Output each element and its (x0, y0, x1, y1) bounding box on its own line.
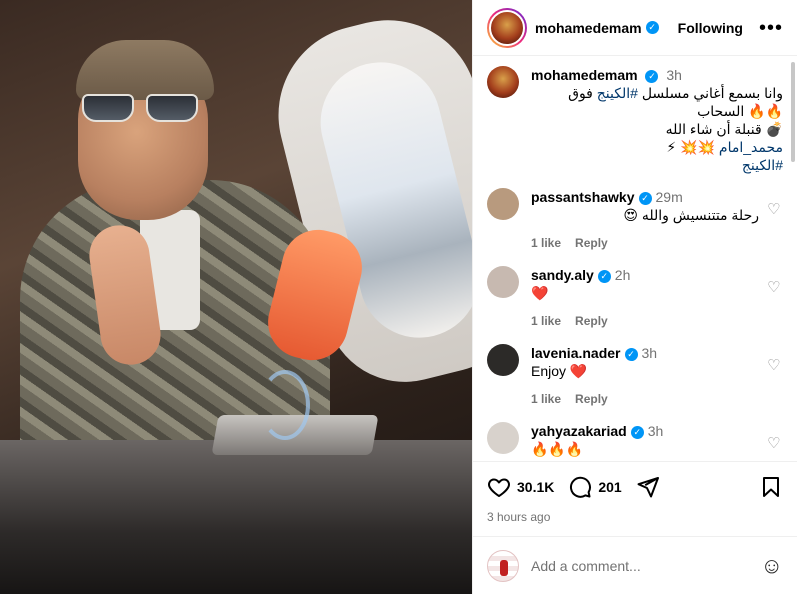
heart-icon[interactable]: ♡ (767, 356, 783, 374)
comments-list[interactable]: mohamedemam ✓ 3h وانا بسمع أغاني مسلسل #… (473, 56, 797, 461)
hashtag-link[interactable]: #الكينج (742, 157, 783, 173)
author-avatar[interactable] (489, 9, 525, 46)
comment-avatar[interactable] (487, 188, 519, 220)
comment-username[interactable]: passantshawky (531, 189, 635, 205)
bookmark-icon (763, 477, 779, 497)
comment-avatar[interactable] (487, 266, 519, 298)
more-options-icon[interactable]: ••• (759, 18, 783, 38)
comment-time[interactable]: 3h (648, 423, 664, 439)
reply-button[interactable]: Reply (575, 314, 608, 328)
caption-line-1: وانا بسمع أغاني مسلسل #الكينج فوق (568, 85, 783, 101)
comment-row: lavenia.nader ✓ 3h Enjoy ❤️ 1 like Reply ♡ (487, 344, 783, 408)
current-user-avatar (487, 549, 519, 582)
comment-username[interactable]: yahyazakariad (531, 423, 627, 439)
emoji-icon[interactable]: ☺ (761, 553, 783, 579)
comment-input[interactable] (531, 557, 761, 574)
comment-row: passantshawky ✓ 29m رحلة متتنسيش والله 😍 1… (487, 188, 783, 252)
caption-line-2: 🔥🔥 السحاب (697, 103, 783, 119)
post-view: mohamedemam ✓ Following ••• mohamedemam … (0, 0, 797, 594)
post-photo[interactable] (0, 0, 472, 594)
comments-count[interactable]: 201 (598, 479, 621, 495)
post-side-panel: mohamedemam ✓ Following ••• mohamedemam … (472, 0, 797, 594)
comment-likes[interactable]: 1 like (531, 314, 561, 328)
caption-time[interactable]: 3h (666, 67, 682, 83)
reply-button[interactable]: Reply (575, 236, 608, 250)
comment-text: ❤️ (531, 285, 549, 301)
comment-avatar[interactable] (487, 422, 519, 454)
caption-username[interactable]: mohamedemam (531, 67, 638, 83)
send-icon (637, 477, 659, 498)
add-comment-bar: ☺ (473, 536, 797, 594)
comment-username[interactable]: sandy.aly (531, 267, 594, 283)
comment-avatar[interactable] (487, 344, 519, 376)
author-username[interactable]: mohamedemam (535, 20, 642, 36)
scrollbar[interactable] (791, 62, 795, 162)
heart-icon (488, 478, 510, 497)
comment-text: Enjoy ❤️ (531, 363, 588, 379)
hashtag-link[interactable]: #الكينج (597, 85, 638, 101)
comment-text: 🔥🔥🔥 (531, 441, 584, 457)
comment-likes[interactable]: 1 like (531, 392, 561, 406)
comment-row: sandy.aly ✓ 2h ❤️ 1 like Reply ♡ (487, 266, 783, 330)
comment-button[interactable]: 201 (568, 475, 622, 499)
share-button[interactable] (636, 475, 660, 499)
like-button[interactable]: 30.1K (487, 475, 554, 499)
comment-time[interactable]: 29m (656, 189, 683, 205)
verified-icon: ✓ (630, 425, 644, 439)
comment-likes[interactable]: 1 like (531, 236, 561, 250)
caption-avatar[interactable] (487, 66, 519, 98)
caption-line-3: 💣 قنبلة أن شاء الله (665, 121, 783, 137)
heart-icon[interactable]: ♡ (767, 434, 783, 452)
comment-row: yahyazakariad ✓ 3h 🔥🔥🔥 ♡ (487, 422, 783, 458)
comment-username[interactable]: lavenia.nader (531, 345, 621, 361)
person-sunglasses (82, 94, 202, 124)
person-cap (76, 40, 214, 100)
author-avatar-ring[interactable] (487, 7, 527, 48)
comment-time[interactable]: 3h (642, 345, 658, 361)
caption-line-5: #الكينج (531, 156, 783, 174)
likes-count[interactable]: 30.1K (517, 479, 554, 495)
comment-text: رحلة متتنسيش والله 😍 (623, 207, 759, 223)
save-button[interactable] (759, 475, 783, 499)
mention-link[interactable]: محمد_امام (719, 139, 783, 155)
caption-line-4: محمد_امام 💥💥 ⚡ (666, 139, 783, 155)
following-button[interactable]: Following (678, 20, 743, 36)
verified-icon: ✓ (645, 69, 659, 83)
post-actions: 30.1K 201 3 hours ago (473, 461, 797, 536)
caption-row: mohamedemam ✓ 3h وانا بسمع أغاني مسلسل #… (487, 66, 783, 174)
comment-icon (570, 476, 592, 498)
comment-time[interactable]: 2h (615, 267, 631, 283)
verified-icon: ✓ (645, 21, 659, 34)
heart-icon[interactable]: ♡ (767, 200, 783, 218)
smoke (260, 370, 310, 440)
table-surface (0, 440, 472, 594)
post-header: mohamedemam ✓ Following ••• (473, 0, 797, 56)
reply-button[interactable]: Reply (575, 392, 608, 406)
verified-icon: ✓ (624, 347, 638, 361)
verified-icon: ✓ (638, 191, 652, 205)
verified-icon: ✓ (597, 269, 611, 283)
heart-icon[interactable]: ♡ (767, 278, 783, 296)
post-time-ago[interactable]: 3 hours ago (487, 510, 783, 536)
